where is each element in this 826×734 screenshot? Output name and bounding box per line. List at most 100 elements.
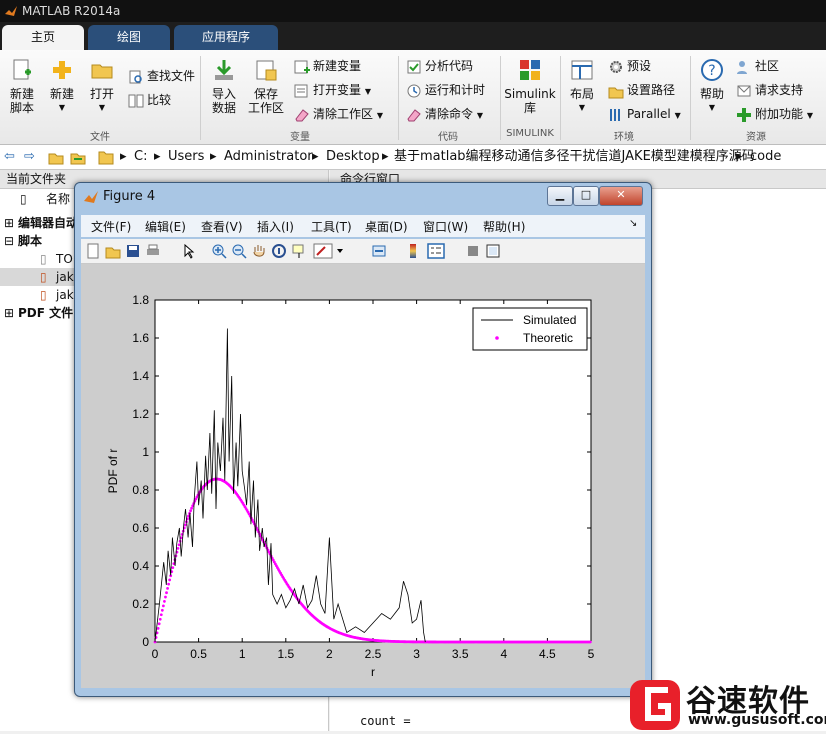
figure-title: Figure 4 (103, 189, 156, 204)
theoretic-marker (166, 587, 169, 590)
chevron-down-icon: ▼ (578, 103, 586, 112)
open-file-icon[interactable] (105, 243, 121, 259)
zoom-out-icon[interactable] (231, 243, 247, 259)
breadcrumb-item[interactable]: 基于matlab编程移动通信多径干扰信道JAKE模型建模程序源码 (394, 145, 755, 169)
help-button[interactable]: ? 帮助 ▼ (694, 58, 730, 115)
menu-insert[interactable]: 插入(I) (257, 218, 294, 235)
simulink-library-label: Simulink 库 (504, 87, 556, 115)
script-file-icon: ▯ (40, 288, 47, 302)
compare-button[interactable]: 比较 (128, 90, 171, 110)
app-title: MATLAB R2014a (22, 4, 121, 18)
new-script-button[interactable]: 新建 脚本 (4, 58, 40, 115)
save-workspace-button[interactable]: 保存 工作区 (246, 58, 286, 115)
open-button[interactable]: 打开 ▼ (84, 58, 120, 115)
tab-apps[interactable]: 应用程序 (174, 25, 278, 50)
address-bar[interactable]: ⇦ ⇨ ▸ C: ▸ Users ▸ Administrator ▸ Deskt… (0, 145, 826, 170)
new-variable-icon (294, 60, 310, 73)
menu-view[interactable]: 查看(V) (201, 218, 243, 235)
ribbon-divider (398, 56, 399, 140)
app-title-bar: MATLAB R2014a (0, 0, 826, 22)
clear-commands-button[interactable]: 清除命令 ▼ (406, 104, 483, 124)
dock-arrow-icon[interactable]: ↘ (629, 218, 637, 229)
find-files-label: 查找文件 (147, 69, 196, 83)
maximize-button[interactable]: □ (573, 186, 599, 206)
preferences-button[interactable]: 预设 (608, 56, 651, 76)
add-ons-button[interactable]: 附加功能 ▼ (736, 104, 813, 124)
tab-home[interactable]: 主页 (2, 25, 84, 50)
set-path-icon (608, 87, 624, 98)
y-tick-label: 0.4 (132, 559, 149, 573)
menu-desktop[interactable]: 桌面(D) (365, 218, 408, 235)
chevron-down-icon[interactable] (335, 243, 345, 259)
file-name: jak (56, 288, 74, 302)
parallel-button[interactable]: Parallel ▼ (608, 104, 681, 124)
breadcrumb-item[interactable]: Desktop (326, 145, 380, 169)
theoretic-marker (167, 582, 171, 586)
figure-canvas: 0 0.5 1 1.5 2 2.5 3 3.5 4 4.5 5 0 0.2 0.4 0.6 0.8 1 1.2 1.… (81, 264, 645, 688)
analyze-code-icon (407, 60, 421, 73)
collapse-icon[interactable]: ⊟ (4, 232, 14, 250)
close-button[interactable]: ✕ (599, 186, 643, 206)
watermark: 谷速软件 www.gususoft.com (630, 672, 826, 731)
breadcrumb-item[interactable]: Users (168, 145, 204, 169)
analyze-code-button[interactable]: 分析代码 (406, 56, 473, 76)
legend-icon[interactable] (427, 243, 445, 259)
breadcrumb-item[interactable]: Administrator (224, 145, 313, 169)
data-cursor-icon[interactable] (291, 243, 307, 259)
tab-plots[interactable]: 绘图 (88, 25, 170, 50)
hide-plot-tools-icon[interactable] (465, 243, 481, 259)
simulink-library-button[interactable]: Simulink 库 (504, 58, 556, 115)
parallel-icon (610, 108, 620, 121)
rotate-3d-icon[interactable] (271, 243, 287, 259)
y-tick-label: 1.8 (132, 293, 149, 307)
request-support-button[interactable]: 请求支持 (736, 80, 803, 100)
show-plot-tools-icon[interactable] (485, 243, 501, 259)
set-path-button[interactable]: 设置路径 (608, 80, 675, 100)
run-and-time-button[interactable]: 运行和计时 (406, 80, 485, 100)
legend-label-simulated: Simulated (523, 313, 576, 327)
find-files-button[interactable]: 查找文件 (128, 66, 195, 86)
ribbon-tab-row: 主页 绘图 应用程序 (0, 22, 826, 50)
forward-arrow-icon[interactable]: ⇨ (24, 145, 35, 169)
pointer-icon[interactable] (181, 243, 197, 259)
menu-file[interactable]: 文件(F) (91, 218, 131, 235)
pan-hand-icon[interactable] (251, 243, 267, 259)
brush-icon[interactable] (313, 243, 333, 259)
menu-help[interactable]: 帮助(H) (483, 218, 525, 235)
ribbon-divider (560, 56, 561, 140)
expand-icon[interactable]: ⊞ (4, 214, 14, 232)
menu-window[interactable]: 窗口(W) (423, 218, 468, 235)
open-variable-label: 打开变量 (313, 83, 362, 97)
new-button[interactable]: 新建 ▼ (44, 58, 80, 115)
tree-item-label: PDF 文件 (18, 306, 74, 320)
open-variable-button[interactable]: 打开变量 ▼ (294, 80, 371, 100)
new-variable-label: 新建变量 (313, 59, 362, 73)
theoretic-marker (163, 600, 166, 603)
import-data-button[interactable]: 导入 数据 (206, 58, 242, 115)
breadcrumb-item[interactable]: C: (134, 145, 147, 169)
minimize-button[interactable]: ▁ (547, 186, 573, 206)
breadcrumb-item[interactable]: code (750, 145, 781, 169)
layout-button[interactable]: 布局 ▼ (564, 58, 600, 115)
figure-menu-bar: 文件(F) 编辑(E) 查看(V) 插入(I) 工具(T) 桌面(D) 窗口(W… (81, 215, 645, 237)
pdf-chart[interactable]: 0 0.5 1 1.5 2 2.5 3 3.5 4 4.5 5 0 0.2 0.4 0.6 0.8 1 1.2 1.… (81, 264, 645, 688)
new-script-label: 新建 脚本 (9, 87, 34, 115)
back-arrow-icon[interactable]: ⇦ (4, 145, 15, 169)
menu-tools[interactable]: 工具(T) (311, 218, 352, 235)
link-plot-icon[interactable] (371, 243, 387, 259)
expand-icon[interactable]: ⊞ (4, 304, 14, 322)
clear-commands-label: 清除命令 (425, 107, 474, 121)
figure-window[interactable]: Figure 4 ▁ □ ✕ 文件(F) 编辑(E) 查看(V) 插入(I) 工… (74, 182, 652, 697)
colorbar-icon[interactable] (405, 243, 421, 259)
save-icon[interactable] (125, 243, 141, 259)
print-icon[interactable] (145, 243, 161, 259)
community-button[interactable]: 社区 (736, 56, 779, 76)
find-files-icon (129, 70, 142, 83)
x-tick-label: 0.5 (190, 647, 207, 661)
new-variable-button[interactable]: 新建变量 (294, 56, 361, 76)
compare-label: 比较 (147, 93, 172, 107)
menu-edit[interactable]: 编辑(E) (145, 218, 186, 235)
new-figure-icon[interactable] (85, 243, 101, 259)
clear-workspace-button[interactable]: 清除工作区 ▼ (294, 104, 383, 124)
zoom-in-icon[interactable] (211, 243, 227, 259)
